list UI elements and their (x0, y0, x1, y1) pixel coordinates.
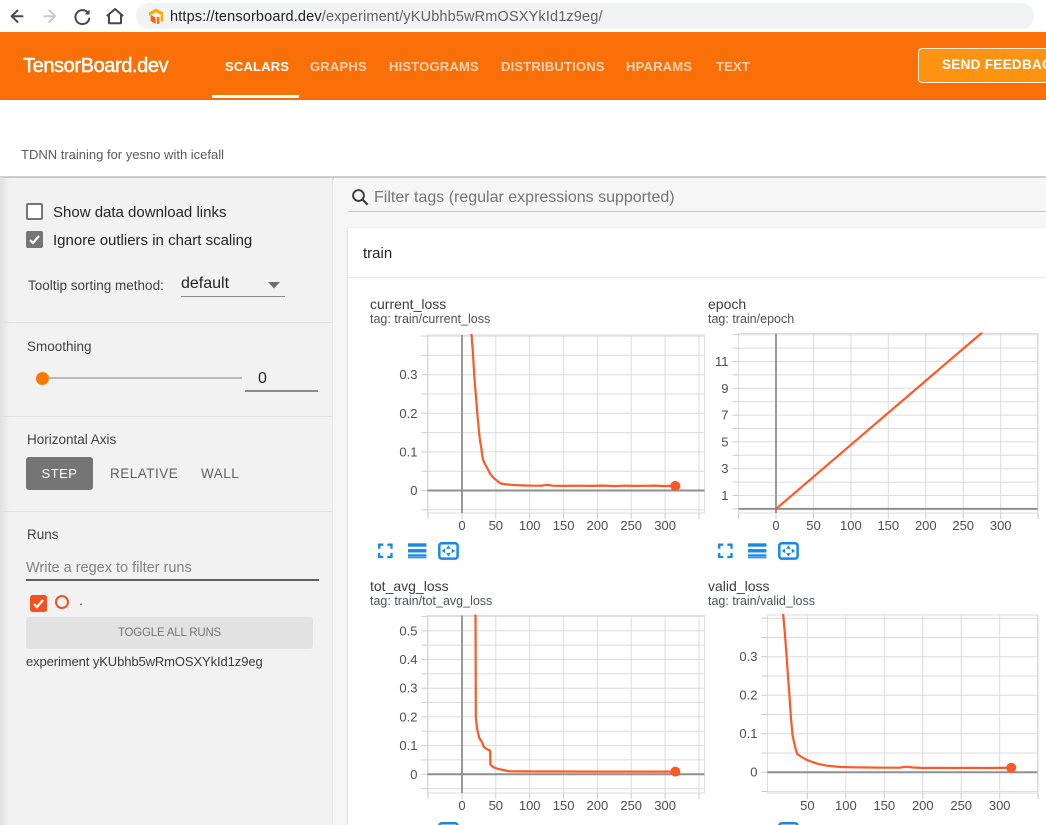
svg-text:250: 250 (620, 798, 642, 813)
svg-text:0.2: 0.2 (399, 406, 417, 421)
svg-text:300: 300 (990, 518, 1012, 533)
svg-text:0.4: 0.4 (399, 652, 417, 667)
svg-text:0: 0 (772, 518, 779, 533)
svg-text:150: 150 (873, 798, 895, 813)
svg-text:0.1: 0.1 (739, 726, 757, 741)
svg-text:0.3: 0.3 (399, 681, 417, 696)
svg-text:11: 11 (715, 354, 729, 369)
svg-text:50: 50 (806, 518, 820, 533)
svg-text:300: 300 (654, 518, 676, 533)
svg-text:0: 0 (410, 767, 417, 782)
svg-text:3: 3 (721, 461, 728, 476)
svg-text:50: 50 (800, 798, 814, 813)
svg-text:50: 50 (489, 518, 503, 533)
svg-text:7: 7 (721, 408, 728, 423)
svg-text:0: 0 (458, 518, 465, 533)
svg-text:200: 200 (915, 518, 937, 533)
svg-text:50: 50 (489, 798, 503, 813)
svg-text:0: 0 (410, 483, 417, 498)
svg-text:0.1: 0.1 (399, 738, 417, 753)
svg-text:0.2: 0.2 (739, 688, 757, 703)
svg-text:200: 200 (587, 798, 609, 813)
svg-text:9: 9 (721, 381, 728, 396)
svg-text:100: 100 (519, 798, 541, 813)
svg-text:150: 150 (877, 518, 899, 533)
svg-text:0: 0 (458, 798, 465, 813)
svg-text:200: 200 (912, 798, 934, 813)
svg-text:300: 300 (989, 798, 1011, 813)
svg-text:5: 5 (721, 434, 728, 449)
svg-text:200: 200 (587, 518, 609, 533)
svg-text:250: 250 (950, 798, 972, 813)
svg-text:300: 300 (654, 798, 676, 813)
svg-text:0.3: 0.3 (399, 367, 417, 382)
svg-text:0: 0 (750, 765, 757, 780)
svg-text:1: 1 (721, 488, 728, 503)
svg-text:150: 150 (553, 518, 575, 533)
svg-text:0.1: 0.1 (399, 444, 417, 459)
svg-text:0.2: 0.2 (399, 709, 417, 724)
svg-text:250: 250 (952, 518, 974, 533)
svg-text:0.5: 0.5 (399, 623, 417, 638)
svg-text:250: 250 (620, 518, 642, 533)
svg-text:100: 100 (840, 518, 862, 533)
svg-text:150: 150 (553, 798, 575, 813)
svg-text:100: 100 (519, 518, 541, 533)
svg-text:0.3: 0.3 (739, 649, 757, 664)
svg-text:100: 100 (835, 798, 857, 813)
